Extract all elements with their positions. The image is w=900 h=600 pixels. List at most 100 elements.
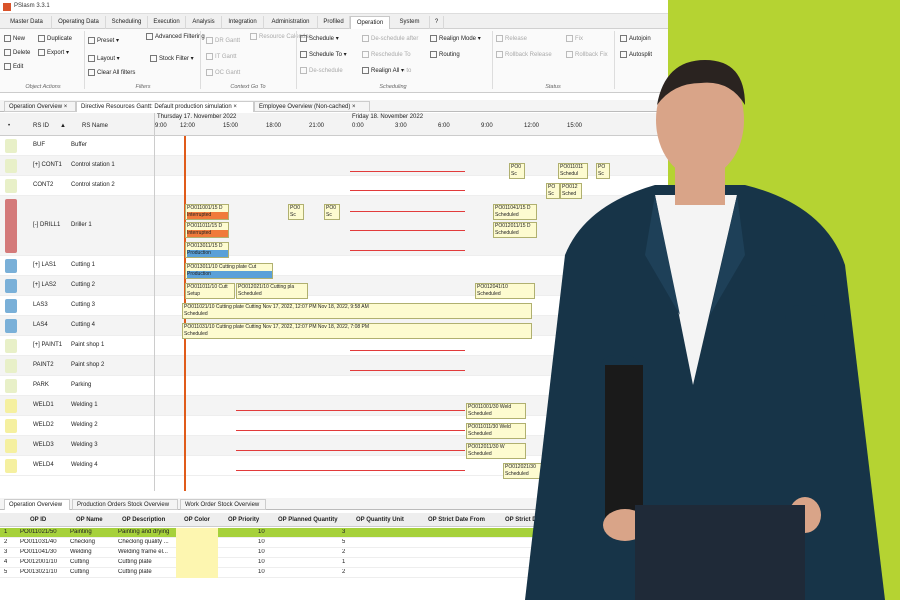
- gantt-bar[interactable]: PO011011/10 Cutt Setup: [185, 283, 235, 299]
- column-header-op-id[interactable]: OP ID: [30, 517, 46, 523]
- group-label-scheduling: Scheduling: [379, 84, 407, 90]
- gantt-bar[interactable]: PO011001/15 D Interrupted: [185, 204, 229, 220]
- gantt-bar[interactable]: PO013011/15 D Production: [185, 242, 229, 258]
- advanced-filtering-button[interactable]: Advanced Filtering: [146, 33, 205, 40]
- gantt-bar[interactable]: PO011031/10 Cutting plate Cutting Nov 17…: [182, 323, 532, 339]
- timeline-day-2: Friday 18. November 2022: [352, 114, 424, 120]
- tab-scheduling[interactable]: Scheduling: [106, 16, 148, 29]
- ribbon-separator: [296, 31, 297, 89]
- schedule-to-button[interactable]: Schedule To ▾: [300, 51, 347, 58]
- table-cell-prio: 10: [258, 539, 265, 545]
- dr-gantt-button[interactable]: DR Gantt: [206, 37, 240, 44]
- time-tick: 15:00: [223, 123, 239, 129]
- column-header-op-name[interactable]: OP Name: [76, 517, 103, 523]
- column-header-rs-id[interactable]: RS ID: [33, 123, 49, 129]
- gantt-bar[interactable]: PO011021/10 Cutting plate Cutting Nov 17…: [182, 303, 532, 319]
- tab-operating-data[interactable]: Operating Data: [52, 16, 106, 29]
- sort-asc-icon[interactable]: ▲: [60, 123, 66, 129]
- release-button[interactable]: Release: [496, 35, 527, 42]
- op-color-cell[interactable]: [176, 538, 218, 548]
- new-button[interactable]: New: [4, 35, 25, 42]
- realign-mode-button[interactable]: Realign Mode ▾: [430, 35, 481, 42]
- table-cell-n: 3: [4, 549, 8, 555]
- duplicate-button[interactable]: Duplicate: [38, 35, 72, 42]
- table-cell-qty: 3: [342, 529, 346, 535]
- op-color-cell[interactable]: [176, 528, 218, 538]
- column-header-op-strict-date-from[interactable]: OP Strict Date From: [428, 517, 485, 523]
- resource-color-swatch: [5, 399, 17, 413]
- layout-icon: [88, 55, 95, 62]
- availability-line: [350, 190, 465, 191]
- delete-button[interactable]: Delete: [4, 49, 30, 56]
- clear-all-filters-button[interactable]: Clear All filters: [88, 69, 135, 76]
- ribbon-separator: [200, 31, 201, 89]
- resource-name: Welding 4: [71, 462, 98, 468]
- tab-employee-overview[interactable]: Employee Overview (Non-cached) ×: [254, 101, 370, 112]
- tab-operation[interactable]: Operation: [350, 16, 390, 29]
- tab-execution[interactable]: Execution: [148, 16, 186, 29]
- availability-line: [350, 370, 465, 371]
- tab-administration[interactable]: Administration: [264, 16, 318, 29]
- op-color-cell[interactable]: [176, 548, 218, 558]
- menu-bar: Master Data Operating Data Scheduling Ex…: [0, 14, 668, 29]
- new-icon: [4, 35, 11, 42]
- schedule-button[interactable]: Schedule ▾: [300, 35, 339, 42]
- tab-integration[interactable]: Integration: [222, 16, 264, 29]
- gantt-bar[interactable]: PO011011/15 D Interrupted: [185, 222, 229, 238]
- resource-id: BUF: [33, 142, 45, 148]
- resource-color-swatch: [5, 299, 17, 313]
- oc-gantt-button[interactable]: OC Gantt: [206, 69, 240, 76]
- resource-id: [-] DRILL1: [33, 222, 61, 228]
- tab-master-data[interactable]: Master Data: [2, 16, 52, 29]
- tab-system[interactable]: System: [390, 16, 430, 29]
- close-icon[interactable]: ×: [352, 104, 356, 110]
- column-header-op-description[interactable]: OP Description: [122, 517, 165, 523]
- reschedule-to-button[interactable]: Reschedule To: [362, 51, 411, 58]
- it-gantt-button[interactable]: IT Gantt: [206, 53, 237, 60]
- resource-name: Welding 1: [71, 402, 98, 408]
- column-header-op-priority[interactable]: OP Priority: [228, 517, 259, 523]
- column-header-op-color[interactable]: OP Color: [184, 517, 210, 523]
- stock-filter-button[interactable]: Stock Filter ▾: [150, 55, 194, 62]
- column-header-op-planned-quantity[interactable]: OP Planned Quantity: [278, 517, 338, 523]
- availability-line: [350, 350, 465, 351]
- tab-operation-overview-bottom[interactable]: Operation Overview: [4, 499, 70, 510]
- availability-line: [350, 230, 465, 231]
- grid-divider[interactable]: [154, 113, 155, 491]
- edit-button[interactable]: Edit: [4, 63, 23, 70]
- realign-all-button[interactable]: Realign All ▾: [362, 67, 405, 75]
- export-button[interactable]: Export ▾: [38, 49, 69, 56]
- de-schedule-button[interactable]: De-schedule: [300, 67, 343, 74]
- gantt-bar[interactable]: PO0 Sc: [288, 204, 304, 220]
- close-icon[interactable]: ×: [233, 104, 237, 110]
- resource-name: Cutting 1: [71, 262, 96, 268]
- preset-button[interactable]: Preset ▾: [88, 37, 119, 44]
- fix-button[interactable]: Fix: [566, 35, 583, 42]
- tab-profiled[interactable]: Profiled: [318, 16, 350, 29]
- column-header-op-quantity-unit[interactable]: OP Quantity Unit: [356, 517, 404, 523]
- resource-color-swatch: [5, 139, 17, 153]
- person-photo: [525, 60, 885, 600]
- time-tick: 18:00: [266, 123, 282, 129]
- op-color-cell[interactable]: [176, 558, 218, 568]
- tab-production-orders[interactable]: Production Orders Stock Overview: [72, 499, 178, 510]
- tab-work-order-stock[interactable]: Work Order Stock Overview: [180, 499, 266, 510]
- layout-button[interactable]: Layout ▾: [88, 55, 120, 62]
- gantt-bar[interactable]: PO013011/10 Cutting plate Cut Production: [185, 263, 273, 279]
- tab-operation-overview[interactable]: Operation Overview ×: [4, 101, 76, 112]
- tab-help[interactable]: ?: [430, 16, 444, 29]
- autojoin-button[interactable]: Autojoin: [620, 35, 651, 42]
- table-cell-desc: Cutting plate: [118, 569, 152, 575]
- time-tick: 9:00: [155, 123, 167, 129]
- column-header-rs-name[interactable]: RS Name: [82, 123, 108, 129]
- resource-name: Buffer: [71, 142, 87, 148]
- close-icon[interactable]: ×: [64, 104, 68, 110]
- table-cell-desc: Cutting plate: [118, 559, 152, 565]
- op-color-cell[interactable]: [176, 568, 218, 578]
- routing-button[interactable]: Routing: [430, 51, 460, 58]
- gantt-bar[interactable]: PO012021/10 Cutting pla Scheduled: [236, 283, 308, 299]
- tab-gantt[interactable]: Directive Resources Gantt: Default produ…: [76, 101, 254, 112]
- de-schedule-after-button[interactable]: De-schedule after: [362, 35, 418, 42]
- gantt-bar[interactable]: PO0 Sc: [324, 204, 340, 220]
- tab-analysis[interactable]: Analysis: [186, 16, 222, 29]
